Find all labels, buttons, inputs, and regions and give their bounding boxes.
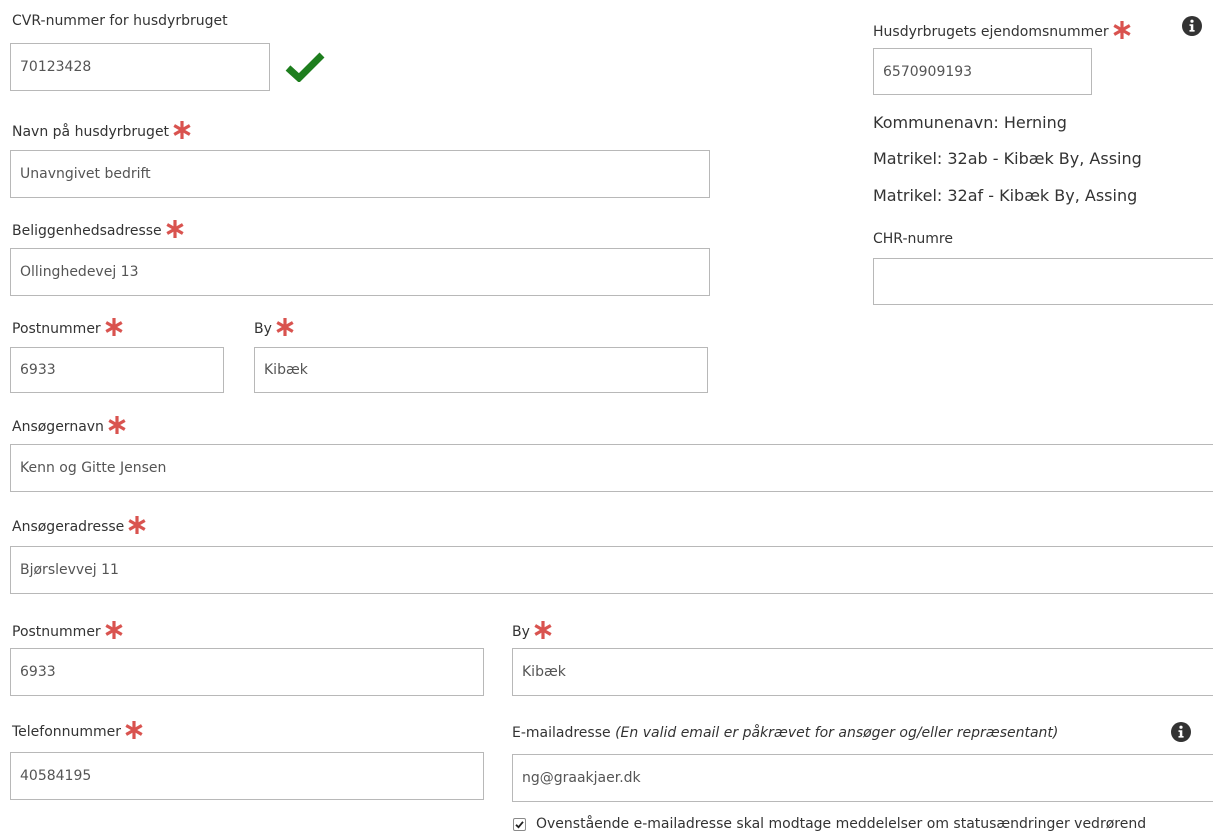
cvr-label: CVR-nummer for husdyrbruget — [12, 13, 228, 29]
phone-input[interactable] — [10, 752, 484, 800]
info-icon[interactable] — [1182, 16, 1202, 36]
applicant-address-input[interactable] — [10, 546, 1213, 594]
name-label: Navn på husdyrbruget — [12, 120, 192, 141]
address-label: Beliggenhedsadresse — [12, 219, 185, 240]
postal-label: Postnummer — [12, 317, 124, 338]
required-star-icon — [1113, 21, 1131, 39]
required-star-icon — [173, 121, 191, 139]
chr-input[interactable] — [873, 258, 1213, 305]
applicant-name-input[interactable] — [10, 444, 1213, 492]
checkmark-icon — [515, 821, 524, 829]
info-icon[interactable] — [1171, 722, 1191, 742]
applicant-postal-input[interactable] — [10, 648, 484, 696]
email-label: E-mailadresse (En valid email er påkræve… — [512, 725, 1059, 741]
applicant-postal-label: Postnummer — [12, 620, 124, 641]
notify-checkbox[interactable] — [513, 818, 526, 831]
applicant-city-input[interactable] — [512, 648, 1213, 696]
email-note: (En valid email er påkrævet for ansøger … — [615, 725, 1059, 741]
notify-checkbox-label: Ovenstående e-mailadresse skal modtage m… — [536, 816, 1147, 832]
applicant-name-label: Ansøgernavn — [12, 415, 127, 436]
required-star-icon — [166, 220, 184, 238]
applicant-city-label: By — [512, 620, 553, 641]
required-star-icon — [105, 318, 123, 336]
required-star-icon — [128, 516, 146, 534]
property-number-input[interactable] — [873, 48, 1092, 95]
required-star-icon — [125, 721, 143, 739]
cvr-input[interactable] — [10, 43, 270, 91]
phone-label: Telefonnummer — [12, 720, 144, 741]
email-input[interactable] — [512, 754, 1213, 802]
required-star-icon — [276, 318, 294, 336]
property-number-label: Husdyrbrugets ejendomsnummer — [873, 20, 1132, 41]
postal-input[interactable] — [10, 347, 224, 393]
valid-check-icon — [285, 52, 325, 82]
required-star-icon — [108, 416, 126, 434]
address-input[interactable] — [10, 248, 710, 296]
city-input[interactable] — [254, 347, 708, 393]
matrikel-text: Matrikel: 32ab - Kibæk By, Assing — [873, 149, 1142, 168]
required-star-icon — [534, 621, 552, 639]
municipality-text: Kommunenavn: Herning — [873, 113, 1067, 132]
name-input[interactable] — [10, 150, 710, 198]
matrikel-text: Matrikel: 32af - Kibæk By, Assing — [873, 186, 1138, 205]
chr-label: CHR-numre — [873, 231, 953, 247]
applicant-address-label: Ansøgeradresse — [12, 515, 147, 536]
required-star-icon — [105, 621, 123, 639]
city-label: By — [254, 317, 295, 338]
